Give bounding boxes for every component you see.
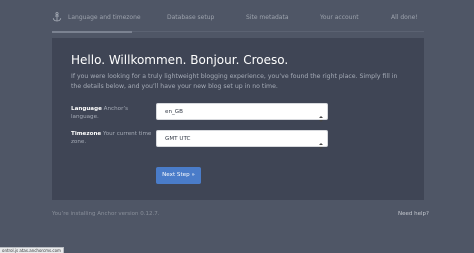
browser-status-bar: ontrol.js atas.anchorcms.com <box>0 247 64 253</box>
page-title: Hello. Willkommen. Bonjour. Croeso. <box>71 53 289 67</box>
next-step-button[interactable]: Next Step » <box>156 167 201 184</box>
install-panel: Hello. Willkommen. Bonjour. Croeso. If y… <box>52 38 424 200</box>
up-down-caret-icon <box>318 108 324 122</box>
intro-text: If you were looking for a truly lightwei… <box>71 73 398 90</box>
anchor-icon <box>52 12 62 22</box>
language-label: Language Anchor’s language. <box>71 105 153 121</box>
timezone-label: Timezone Your current time zone. <box>71 130 153 146</box>
install-steps: Language and timezone Database setup Sit… <box>0 0 474 34</box>
step-your-account: Your account <box>320 14 359 21</box>
up-down-caret-icon <box>318 135 324 149</box>
timezone-select-value: GMT UTC <box>165 135 191 142</box>
language-select-value: en_GB <box>165 108 183 115</box>
need-help-link[interactable]: Need help? <box>398 211 429 218</box>
language-label-title: Language <box>71 106 102 112</box>
step-database-setup: Database setup <box>167 14 215 21</box>
step-language-timezone: Language and timezone <box>68 14 141 21</box>
language-select[interactable]: en_GB <box>156 103 328 122</box>
timezone-select[interactable]: GMT UTC <box>156 130 328 149</box>
steps-progress-bar <box>52 31 132 33</box>
step-all-done: All done! <box>391 14 418 21</box>
timezone-label-title: Timezone <box>71 131 102 137</box>
step-site-metadata: Site metadata <box>246 14 289 21</box>
version-note: You’re installing Anchor version 0.12.7. <box>52 211 160 217</box>
